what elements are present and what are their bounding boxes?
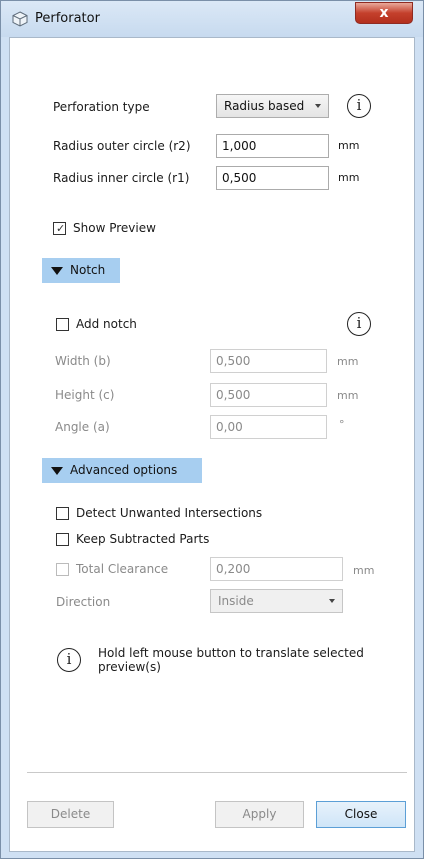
title-bar: Perforator x <box>1 1 423 37</box>
detect-intersections-label: Detect Unwanted Intersections <box>76 506 263 520</box>
notch-height-unit: mm <box>337 389 359 402</box>
show-preview-checkbox[interactable]: ✓ <box>53 222 66 235</box>
notch-width-unit: mm <box>337 355 359 368</box>
perforation-type-label: Perforation type <box>53 100 150 114</box>
perforation-type-select[interactable]: Radius based <box>216 94 329 118</box>
window-title: Perforator <box>35 11 100 26</box>
inner-radius-unit: mm <box>338 171 360 184</box>
info-icon[interactable]: i <box>347 312 371 336</box>
total-clearance-input[interactable]: 0,200 <box>210 557 343 581</box>
inner-radius-input[interactable]: 0,500 <box>216 166 329 190</box>
advanced-header-label: Advanced options <box>70 463 178 477</box>
add-notch-label: Add notch <box>76 317 137 331</box>
cube-icon <box>12 11 28 27</box>
notch-angle-input[interactable]: 0,00 <box>210 415 327 439</box>
add-notch-checkbox[interactable] <box>56 318 69 331</box>
outer-radius-unit: mm <box>338 139 360 152</box>
chevron-down-icon <box>329 599 335 603</box>
chevron-down-icon <box>315 104 321 108</box>
dialog-body: Perforation type Radius based i Radius o… <box>9 37 415 852</box>
notch-height-input[interactable]: 0,500 <box>210 383 327 407</box>
total-clearance-checkbox[interactable] <box>56 563 69 576</box>
inner-radius-label: Radius inner circle (r1) <box>53 171 190 185</box>
notch-header-label: Notch <box>70 263 106 277</box>
triangle-down-icon <box>51 267 63 275</box>
hint-text: Hold left mouse button to translate sele… <box>98 646 364 674</box>
delete-button[interactable]: Delete <box>27 801 114 828</box>
perforator-window: Perforator x Perforation type Radius bas… <box>0 0 424 859</box>
notch-angle-label: Angle (a) <box>55 420 110 434</box>
window-close-button[interactable]: x <box>355 2 413 24</box>
notch-width-label: Width (b) <box>55 354 111 368</box>
notch-angle-unit: ° <box>339 418 345 431</box>
notch-section-header[interactable]: Notch <box>42 258 120 283</box>
outer-radius-input[interactable]: 1,000 <box>216 134 329 158</box>
direction-label: Direction <box>56 595 111 609</box>
direction-value: Inside <box>218 594 254 608</box>
total-clearance-unit: mm <box>353 564 375 577</box>
direction-select[interactable]: Inside <box>210 589 343 613</box>
close-button[interactable]: Close <box>316 801 406 828</box>
total-clearance-label: Total Clearance <box>76 562 169 576</box>
keep-subtracted-checkbox[interactable] <box>56 533 69 546</box>
keep-subtracted-label: Keep Subtracted Parts <box>76 532 210 546</box>
perforation-type-value: Radius based <box>224 99 305 113</box>
checkmark-icon: ✓ <box>56 222 66 235</box>
notch-height-label: Height (c) <box>55 388 115 402</box>
outer-radius-label: Radius outer circle (r2) <box>53 139 191 153</box>
info-icon[interactable]: i <box>347 94 371 118</box>
notch-width-input[interactable]: 0,500 <box>210 349 327 373</box>
triangle-down-icon <box>51 467 63 475</box>
advanced-section-header[interactable]: Advanced options <box>42 458 202 483</box>
info-icon: i <box>57 648 81 672</box>
show-preview-label: Show Preview <box>73 221 156 235</box>
apply-button[interactable]: Apply <box>215 801 304 828</box>
detect-intersections-checkbox[interactable] <box>56 507 69 520</box>
footer-separator <box>27 772 407 773</box>
